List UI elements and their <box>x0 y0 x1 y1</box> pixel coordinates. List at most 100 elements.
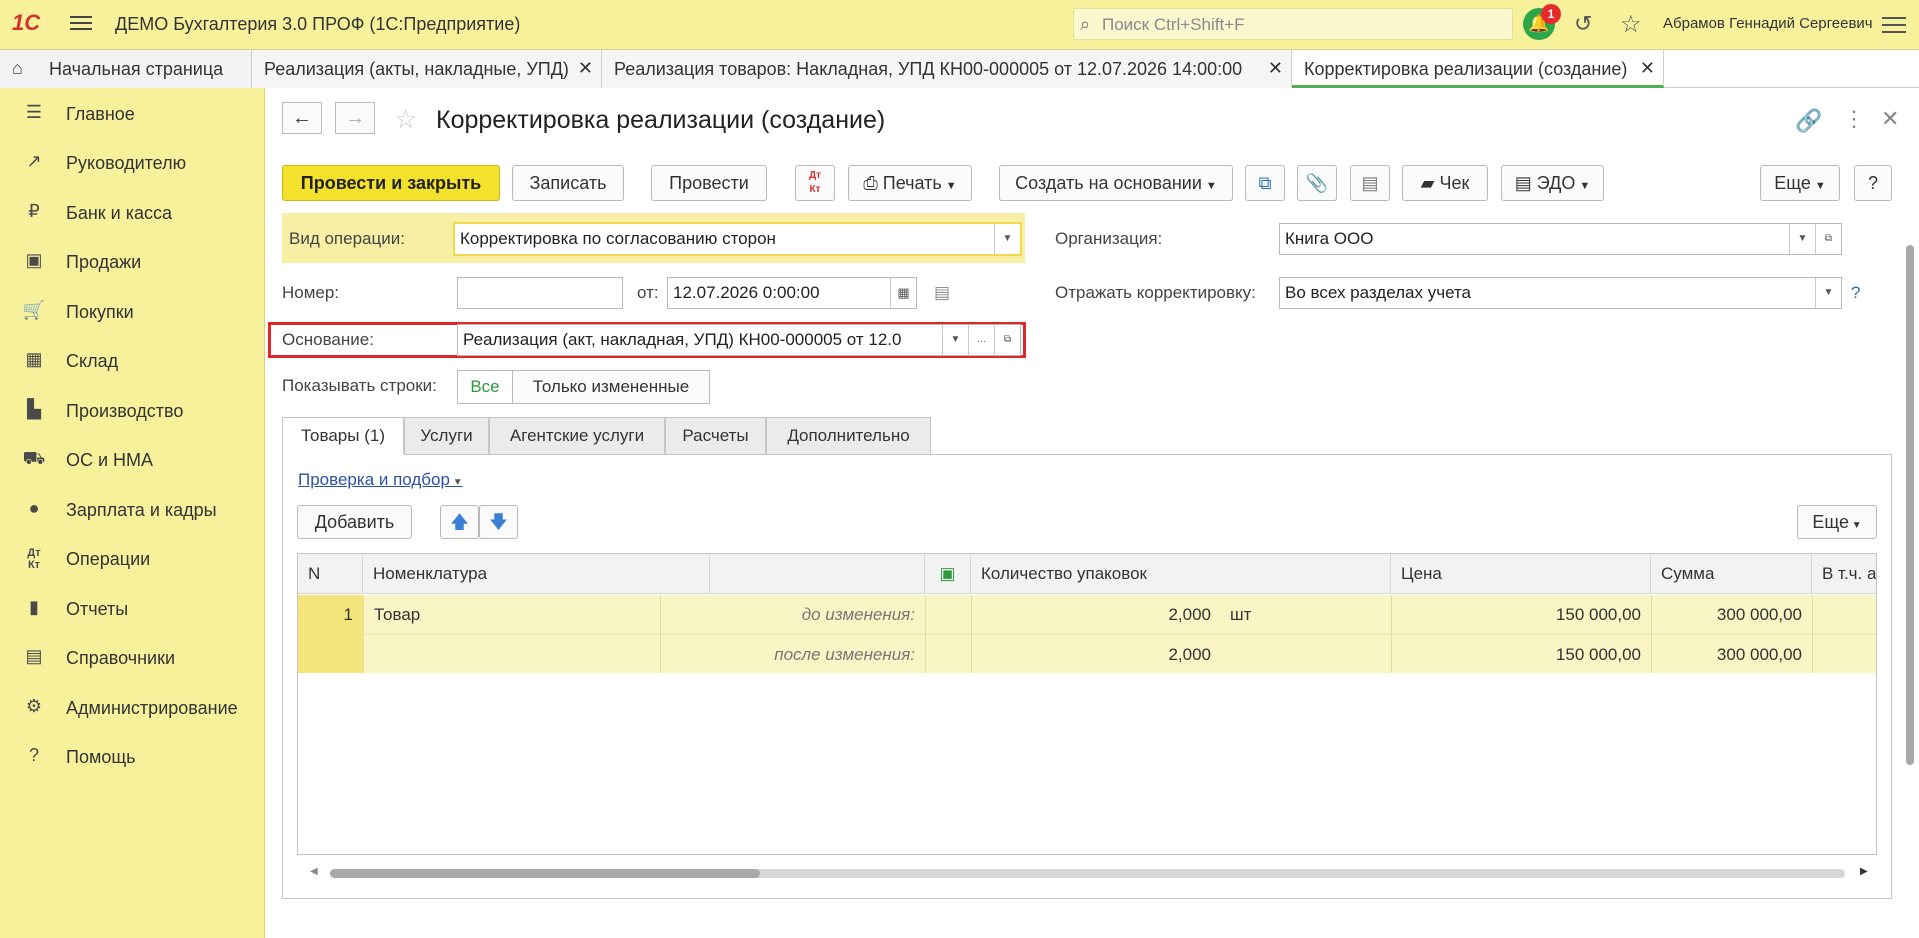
scroll-thumb[interactable] <box>1906 245 1914 765</box>
chevron-down-icon[interactable]: ▼ <box>994 224 1020 254</box>
operation-type-select[interactable]: Корректировка по согласованию сторон ▼ <box>453 222 1022 256</box>
sidebar-item-production[interactable]: ▙ Производство <box>0 389 265 433</box>
forward-button[interactable]: → <box>335 102 375 134</box>
vertical-scrollbar[interactable] <box>1903 225 1917 895</box>
save-button[interactable]: Записать <box>512 165 624 201</box>
sidebar-item-purchases[interactable]: 🛒 Покупки <box>0 290 265 334</box>
tab-agent-services[interactable]: Агентские услуги <box>489 417 665 455</box>
column-header-money-icon[interactable]: ▣ <box>925 554 971 594</box>
scroll-right-icon[interactable]: ▶ <box>1860 866 1868 877</box>
tab-label: Реализация (акты, накладные, УПД) <box>264 59 569 79</box>
sidebar-item-directories[interactable]: ▤ Справочники <box>0 636 265 680</box>
tab-home[interactable]: ⌂ Начальная страница <box>0 50 252 88</box>
ellipsis-icon[interactable]: … <box>968 325 994 355</box>
calendar-icon[interactable]: ▦ <box>890 278 916 308</box>
history-icon[interactable]: ↺ <box>1574 11 1592 37</box>
print-button[interactable]: ⎙ Печать ▼ <box>848 165 972 201</box>
show-changed-toggle[interactable]: Только измененные <box>512 370 710 404</box>
tab-correction-create[interactable]: Корректировка реализации (создание) ✕ <box>1292 50 1664 88</box>
post-and-close-button[interactable]: Провести и закрыть <box>282 165 500 201</box>
sidebar-item-manager[interactable]: ↗ Руководителю <box>0 141 265 185</box>
chevron-down-icon[interactable]: ▼ <box>1815 278 1841 308</box>
favorite-star-icon[interactable]: ☆ <box>394 104 417 135</box>
tab-settlements[interactable]: Расчеты <box>665 417 766 455</box>
post-button[interactable]: Провести <box>651 165 767 201</box>
attachment-icon[interactable]: 📎 <box>1297 165 1337 201</box>
column-header-n[interactable]: N <box>298 554 363 594</box>
number-input[interactable] <box>457 277 623 309</box>
close-icon[interactable]: ✕ <box>1640 58 1655 79</box>
truck-icon: ⛟ <box>22 448 46 468</box>
help-button[interactable]: ? <box>1854 165 1892 201</box>
open-icon[interactable]: ⧉ <box>994 325 1020 355</box>
column-header-vat[interactable]: В т.ч. а <box>1812 554 1876 594</box>
search-input[interactable]: ⌕ Поиск Ctrl+Shift+F <box>1073 8 1513 40</box>
column-header-nomenclature[interactable]: Номенклатура <box>363 554 710 594</box>
scroll-left-icon[interactable]: ◀ <box>310 866 318 877</box>
show-all-toggle[interactable]: Все <box>457 370 513 404</box>
more-label: Еще <box>1774 173 1811 193</box>
create-based-on-button[interactable]: Создать на основании ▼ <box>999 165 1233 201</box>
date-input[interactable]: 12.07.2026 0:00:00 ▦ <box>667 277 917 309</box>
sidebar-item-reports[interactable]: ▮ Отчеты <box>0 587 265 631</box>
settings-menu-icon[interactable] <box>1882 12 1906 36</box>
main-menu-icon[interactable] <box>70 12 92 32</box>
check-button[interactable]: ▰ Чек <box>1402 165 1488 201</box>
user-name[interactable]: Абрамов Геннадий Сергеевич <box>1663 15 1873 32</box>
sidebar-item-operations[interactable]: Дт Кт Операции <box>0 537 265 581</box>
tab-label: Корректировка реализации (создание) <box>1304 59 1628 79</box>
basis-select[interactable]: Реализация (акт, накладная, УПД) КН00-00… <box>457 324 1021 356</box>
comment-icon[interactable]: ▤ <box>934 283 950 303</box>
check-and-select-link[interactable]: Проверка и подбор ▼ <box>298 470 463 490</box>
sidebar-item-help[interactable]: ? Помощь <box>0 735 265 779</box>
move-up-icon[interactable]: 🡅 <box>440 505 479 539</box>
check-link-label: Проверка и подбор <box>298 470 450 489</box>
close-form-icon[interactable]: ✕ <box>1881 106 1899 132</box>
close-icon[interactable]: ✕ <box>1268 58 1283 79</box>
add-button[interactable]: Добавить <box>297 505 412 539</box>
chevron-down-icon[interactable]: ▼ <box>1789 224 1815 254</box>
sidebar-item-admin[interactable]: ⚙ Администрирование <box>0 686 265 730</box>
sidebar-item-assets[interactable]: ⛟ ОС и НМА <box>0 438 265 482</box>
favorites-star-icon[interactable]: ☆ <box>1620 10 1642 39</box>
close-icon[interactable]: ✕ <box>578 58 593 79</box>
column-header-quantity[interactable]: Количество упаковок <box>971 554 1391 594</box>
sidebar-item-sales[interactable]: ▣ Продажи <box>0 240 265 284</box>
tab-services[interactable]: Услуги <box>404 417 489 455</box>
column-header-price[interactable]: Цена <box>1391 554 1651 594</box>
sidebar-item-label: Продажи <box>66 252 142 272</box>
structure-icon[interactable]: ⧉ <box>1245 165 1285 201</box>
sidebar-item-salary[interactable]: ● Зарплата и кадры <box>0 488 265 532</box>
notifications-bell-icon[interactable]: 🔔 1 <box>1523 4 1561 40</box>
grid-more-button[interactable]: Еще ▼ <box>1797 505 1877 539</box>
home-icon: ⌂ <box>12 58 23 78</box>
tab-goods[interactable]: Товары (1) <box>282 417 404 455</box>
more-vertical-icon[interactable]: ⋮ <box>1843 106 1865 132</box>
sidebar-item-bank[interactable]: ₽ Банк и касса <box>0 191 265 235</box>
tab-additional[interactable]: Дополнительно <box>766 417 931 455</box>
tab-sales-document[interactable]: Реализация товаров: Накладная, УПД КН00-… <box>602 50 1292 88</box>
sidebar-item-warehouse[interactable]: ▦ Склад <box>0 339 265 383</box>
tab-sales-list[interactable]: Реализация (акты, накладные, УПД) ✕ <box>252 50 602 88</box>
reflect-correction-select[interactable]: Во всех разделах учета ▼ <box>1279 277 1842 309</box>
organization-select[interactable]: Книга ООО ▼ ⧉ <box>1279 223 1842 255</box>
document-list-icon[interactable]: ▤ <box>1350 165 1390 201</box>
reflect-help-icon[interactable]: ? <box>1851 283 1860 303</box>
back-button[interactable]: ← <box>282 102 322 134</box>
table-row[interactable]: 1 Товар до изменения: после изменения: 2… <box>298 595 1876 673</box>
more-button[interactable]: Еще ▼ <box>1760 165 1840 201</box>
open-icon[interactable]: ⧉ <box>1815 224 1841 254</box>
column-header-blank <box>710 554 925 594</box>
chevron-down-icon[interactable]: ▼ <box>942 325 968 355</box>
scroll-thumb[interactable] <box>330 869 760 878</box>
1c-logo[interactable]: 1С <box>12 10 40 36</box>
unit: шт <box>1230 605 1252 624</box>
column-header-sum[interactable]: Сумма <box>1651 554 1812 594</box>
edo-button[interactable]: ▤ ЭДО ▼ <box>1501 165 1604 201</box>
link-icon[interactable]: 🔗 <box>1795 108 1822 134</box>
sidebar-item-main[interactable]: ☰ Главное <box>0 92 265 136</box>
move-down-icon[interactable]: 🡇 <box>479 505 518 539</box>
horizontal-scrollbar[interactable]: ◀ ▶ <box>310 866 1870 880</box>
check-label: Чек <box>1439 173 1470 193</box>
dt-kt-button-icon[interactable]: Дт Кт <box>795 165 835 201</box>
